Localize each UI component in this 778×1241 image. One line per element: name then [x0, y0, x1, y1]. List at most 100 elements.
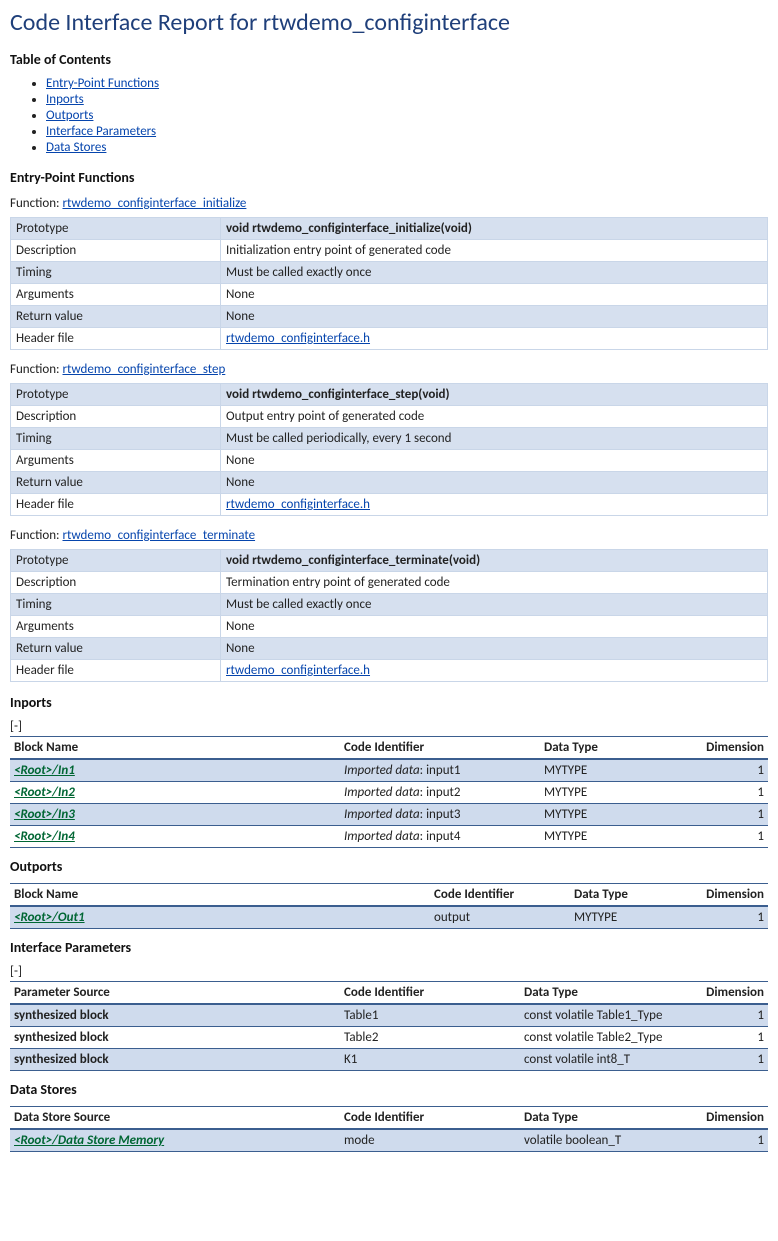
table-row: synthesized block Table1 const volatile …: [10, 1004, 768, 1027]
fn-key-header: Header file: [11, 660, 221, 682]
fn-val-return: None: [221, 638, 768, 660]
col-data-type: Data Type: [520, 1107, 688, 1130]
inport-block-link[interactable]: <Root>/In3: [14, 807, 75, 822]
inport-data-type: MYTYPE: [540, 804, 688, 826]
fn-key-description: Description: [11, 406, 221, 428]
interface-parameters-heading: Interface Parameters: [10, 939, 768, 956]
fn-key-prototype: Prototype: [11, 218, 221, 240]
data-stores-heading: Data Stores: [10, 1081, 768, 1098]
data-store-source-link[interactable]: <Root>/Data Store Memory: [14, 1133, 164, 1148]
fn-val-arguments: None: [221, 616, 768, 638]
header-file-link[interactable]: rtwdemo_configinterface.h: [226, 331, 370, 346]
fn-val-description: Initialization entry point of generated …: [221, 240, 768, 262]
fn-key-timing: Timing: [11, 428, 221, 450]
param-code-id: Table2: [340, 1027, 520, 1049]
outport-data-type: MYTYPE: [570, 906, 688, 929]
table-row: <Root>/In4 Imported data: input4 MYTYPE …: [10, 826, 768, 848]
inport-dimension: 1: [688, 826, 768, 848]
toc-link-interface-parameters[interactable]: Interface Parameters: [46, 124, 156, 139]
data-store-dimension: 1: [688, 1129, 768, 1152]
table-row: synthesized block K1 const volatile int8…: [10, 1049, 768, 1071]
toc-link-data-stores[interactable]: Data Stores: [46, 140, 106, 155]
fn-val-timing: Must be called exactly once: [221, 262, 768, 284]
param-data-type: const volatile Table1_Type: [520, 1004, 688, 1027]
header-file-link[interactable]: rtwdemo_configinterface.h: [226, 497, 370, 512]
fn-val-arguments: None: [221, 284, 768, 306]
collapse-toggle[interactable]: [-]: [10, 964, 768, 979]
function-link-initialize[interactable]: rtwdemo_configinterface_initialize: [62, 196, 246, 211]
function-label-prefix: Function:: [10, 196, 62, 211]
fn-key-return: Return value: [11, 306, 221, 328]
inport-block-link[interactable]: <Root>/In1: [14, 763, 75, 778]
col-code-id: Code Identifier: [340, 982, 520, 1005]
col-code-id: Code Identifier: [430, 884, 570, 907]
toc-list: Entry-Point Functions Inports Outports I…: [10, 76, 768, 155]
fn-key-arguments: Arguments: [11, 450, 221, 472]
outport-dimension: 1: [688, 906, 768, 929]
param-source: synthesized block: [10, 1004, 340, 1027]
function-label-prefix: Function:: [10, 362, 62, 377]
function-label: Function: rtwdemo_configinterface_step: [10, 362, 768, 377]
fn-val-prototype: void rtwdemo_configinterface_step(void): [221, 384, 768, 406]
outports-heading: Outports: [10, 858, 768, 875]
col-data-type: Data Type: [520, 982, 688, 1005]
col-parameter-source: Parameter Source: [10, 982, 340, 1005]
fn-key-arguments: Arguments: [11, 616, 221, 638]
inport-dimension: 1: [688, 804, 768, 826]
fn-val-prototype: void rtwdemo_configinterface_initialize(…: [221, 218, 768, 240]
toc-link-outports[interactable]: Outports: [46, 108, 93, 123]
function-label-prefix: Function:: [10, 528, 62, 543]
col-dimension: Dimension: [688, 884, 768, 907]
fn-key-description: Description: [11, 240, 221, 262]
param-dimension: 1: [688, 1049, 768, 1071]
data-stores-table: Data Store Source Code Identifier Data T…: [10, 1106, 768, 1152]
col-block-name: Block Name: [10, 884, 430, 907]
inport-data-type: MYTYPE: [540, 759, 688, 782]
table-row: synthesized block Table2 const volatile …: [10, 1027, 768, 1049]
table-row: <Root>/In3 Imported data: input3 MYTYPE …: [10, 804, 768, 826]
function-link-terminate[interactable]: rtwdemo_configinterface_terminate: [62, 528, 255, 543]
function-table-terminate: Prototypevoid rtwdemo_configinterface_te…: [10, 549, 768, 682]
table-row: <Root>/In1 Imported data: input1 MYTYPE …: [10, 759, 768, 782]
col-data-store-source: Data Store Source: [10, 1107, 340, 1130]
col-data-type: Data Type: [540, 737, 688, 760]
outport-code-id: output: [430, 906, 570, 929]
fn-key-description: Description: [11, 572, 221, 594]
toc-link-entry-point-functions[interactable]: Entry-Point Functions: [46, 76, 159, 91]
fn-key-prototype: Prototype: [11, 550, 221, 572]
fn-key-prototype: Prototype: [11, 384, 221, 406]
fn-val-timing: Must be called periodically, every 1 sec…: [221, 428, 768, 450]
fn-val-prototype: void rtwdemo_configinterface_terminate(v…: [221, 550, 768, 572]
fn-key-timing: Timing: [11, 594, 221, 616]
function-label: Function: rtwdemo_configinterface_termin…: [10, 528, 768, 543]
param-data-type: const volatile Table2_Type: [520, 1027, 688, 1049]
toc-link-inports[interactable]: Inports: [46, 92, 84, 107]
param-code-id: K1: [340, 1049, 520, 1071]
fn-val-arguments: None: [221, 450, 768, 472]
col-block-name: Block Name: [10, 737, 340, 760]
collapse-toggle[interactable]: [-]: [10, 719, 768, 734]
inport-code-id: Imported data: input1: [340, 759, 540, 782]
interface-parameters-table: Parameter Source Code Identifier Data Ty…: [10, 981, 768, 1071]
fn-key-header: Header file: [11, 494, 221, 516]
function-table-initialize: Prototypevoid rtwdemo_configinterface_in…: [10, 217, 768, 350]
inport-block-link[interactable]: <Root>/In2: [14, 785, 75, 800]
col-code-id: Code Identifier: [340, 1107, 520, 1130]
header-file-link[interactable]: rtwdemo_configinterface.h: [226, 663, 370, 678]
param-source: synthesized block: [10, 1049, 340, 1071]
param-source: synthesized block: [10, 1027, 340, 1049]
inport-block-link[interactable]: <Root>/In4: [14, 829, 75, 844]
function-link-step[interactable]: rtwdemo_configinterface_step: [62, 362, 225, 377]
inport-data-type: MYTYPE: [540, 782, 688, 804]
fn-val-description: Output entry point of generated code: [221, 406, 768, 428]
data-store-data-type: volatile boolean_T: [520, 1129, 688, 1152]
col-code-id: Code Identifier: [340, 737, 540, 760]
inport-data-type: MYTYPE: [540, 826, 688, 848]
report-title: Code Interface Report for rtwdemo_config…: [10, 8, 768, 37]
inport-dimension: 1: [688, 782, 768, 804]
param-data-type: const volatile int8_T: [520, 1049, 688, 1071]
table-row: <Root>/In2 Imported data: input2 MYTYPE …: [10, 782, 768, 804]
inports-table: Block Name Code Identifier Data Type Dim…: [10, 736, 768, 848]
outport-block-link[interactable]: <Root>/Out1: [14, 910, 85, 925]
table-row: <Root>/Out1 output MYTYPE 1: [10, 906, 768, 929]
